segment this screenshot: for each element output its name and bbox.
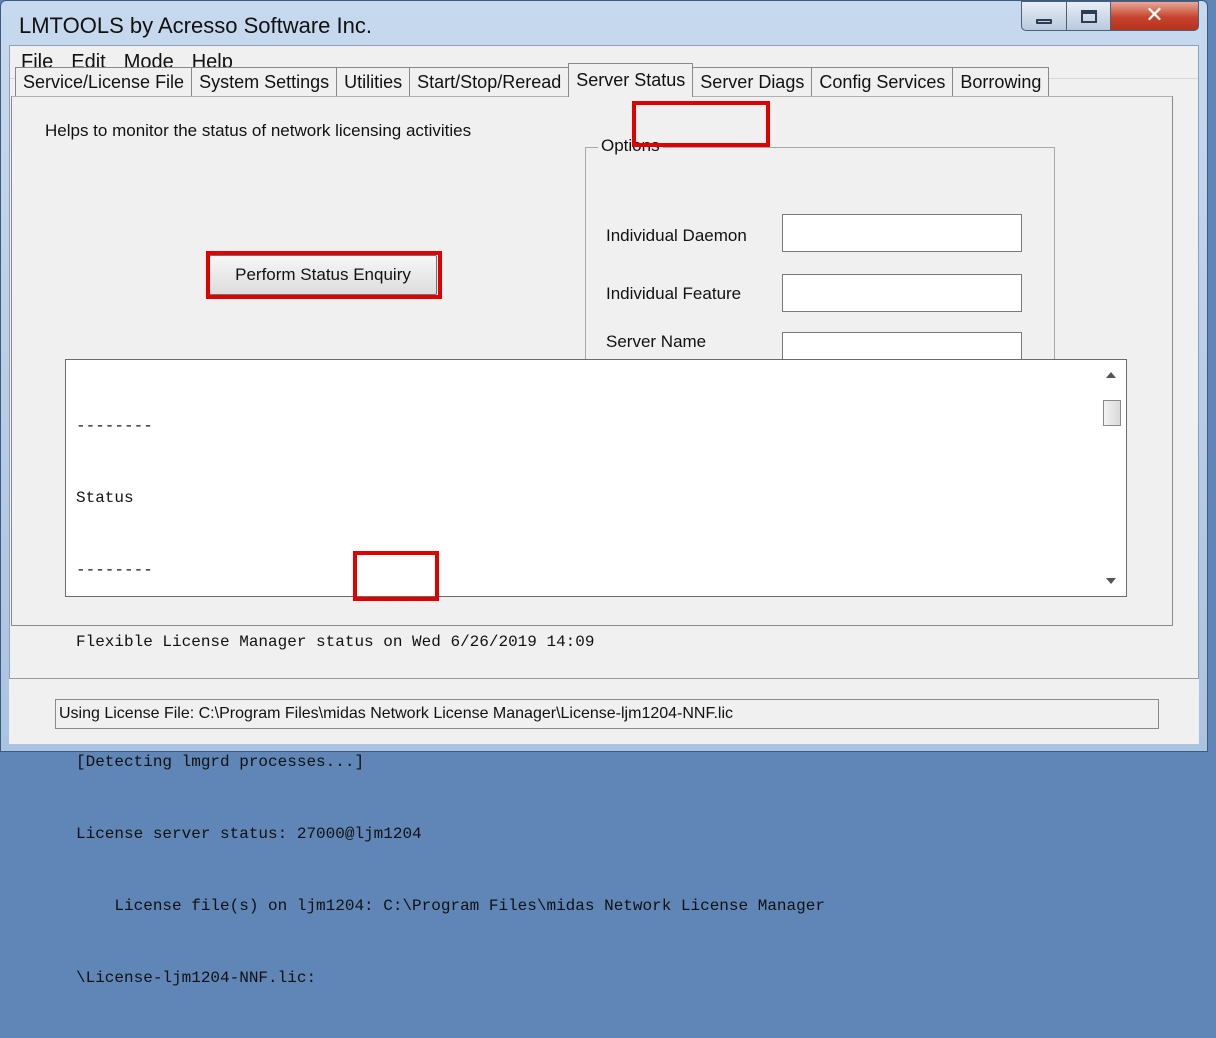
tab-system-settings[interactable]: System Settings xyxy=(191,67,338,97)
tab-server-diags[interactable]: Server Diags xyxy=(692,67,813,97)
log-line: Flexible License Manager status on Wed 6… xyxy=(76,633,595,651)
options-legend: Options xyxy=(598,136,663,156)
tab-service-license-file[interactable]: Service/License File xyxy=(15,67,193,97)
perform-status-enquiry-button[interactable]: Perform Status Enquiry xyxy=(209,255,437,295)
tab-strip: Service/License File System Settings Uti… xyxy=(15,63,1050,97)
status-output-textarea[interactable]: -------- Status -------- Flexible Licens… xyxy=(65,359,1127,987)
individual-daemon-input[interactable] xyxy=(782,214,1022,252)
server-name-label: Server Name xyxy=(606,332,707,351)
log-scrollbar[interactable] xyxy=(1100,362,1124,594)
log-line: \License-ljm1204-NNF.lic: xyxy=(76,969,317,987)
scroll-up-arrow-icon[interactable] xyxy=(1106,372,1116,378)
tab-config-services[interactable]: Config Services xyxy=(811,67,954,97)
log-line: -------- xyxy=(76,561,153,579)
tab-start-stop-reread[interactable]: Start/Stop/Reread xyxy=(409,67,570,97)
title-bar[interactable]: LMTOOLS by Acresso Software Inc. ✕ xyxy=(1,1,1207,45)
individual-daemon-label: Individual Daemon xyxy=(606,226,747,245)
options-group: Options Individual Daemon Individual Fea… xyxy=(585,136,1055,379)
maximize-button[interactable] xyxy=(1067,1,1111,31)
log-line: Status xyxy=(76,489,134,507)
close-icon: ✕ xyxy=(1145,3,1164,28)
status-bar: Using License File: C:\Program Files\mid… xyxy=(9,678,1199,744)
log-line: -------- xyxy=(76,417,153,435)
tab-utilities[interactable]: Utilities xyxy=(336,67,411,97)
minimize-button[interactable] xyxy=(1021,1,1067,31)
maximize-icon xyxy=(1080,9,1097,23)
lmtools-window: LMTOOLS by Acresso Software Inc. ✕ File … xyxy=(0,0,1208,987)
minimize-icon xyxy=(1036,18,1052,24)
caption-buttons: ✕ xyxy=(1021,1,1199,31)
log-line: License file(s) on ljm1204: C:\Program F… xyxy=(76,897,825,915)
panel-description: Helps to monitor the status of network l… xyxy=(45,121,472,140)
close-button[interactable]: ✕ xyxy=(1111,1,1199,31)
tab-borrowing[interactable]: Borrowing xyxy=(952,67,1050,97)
license-file-status: Using License File: C:\Program Files\mid… xyxy=(55,699,1159,729)
window-title: LMTOOLS by Acresso Software Inc. xyxy=(19,13,372,38)
individual-feature-input[interactable] xyxy=(782,274,1022,312)
log-line: [Detecting lmgrd processes...] xyxy=(76,753,365,771)
scroll-thumb[interactable] xyxy=(1103,400,1121,426)
log-line: License server status: 27000@ljm1204 xyxy=(76,825,422,843)
tab-server-status[interactable]: Server Status xyxy=(568,63,694,97)
scroll-down-arrow-icon[interactable] xyxy=(1106,578,1116,584)
individual-feature-label: Individual Feature xyxy=(606,284,742,303)
